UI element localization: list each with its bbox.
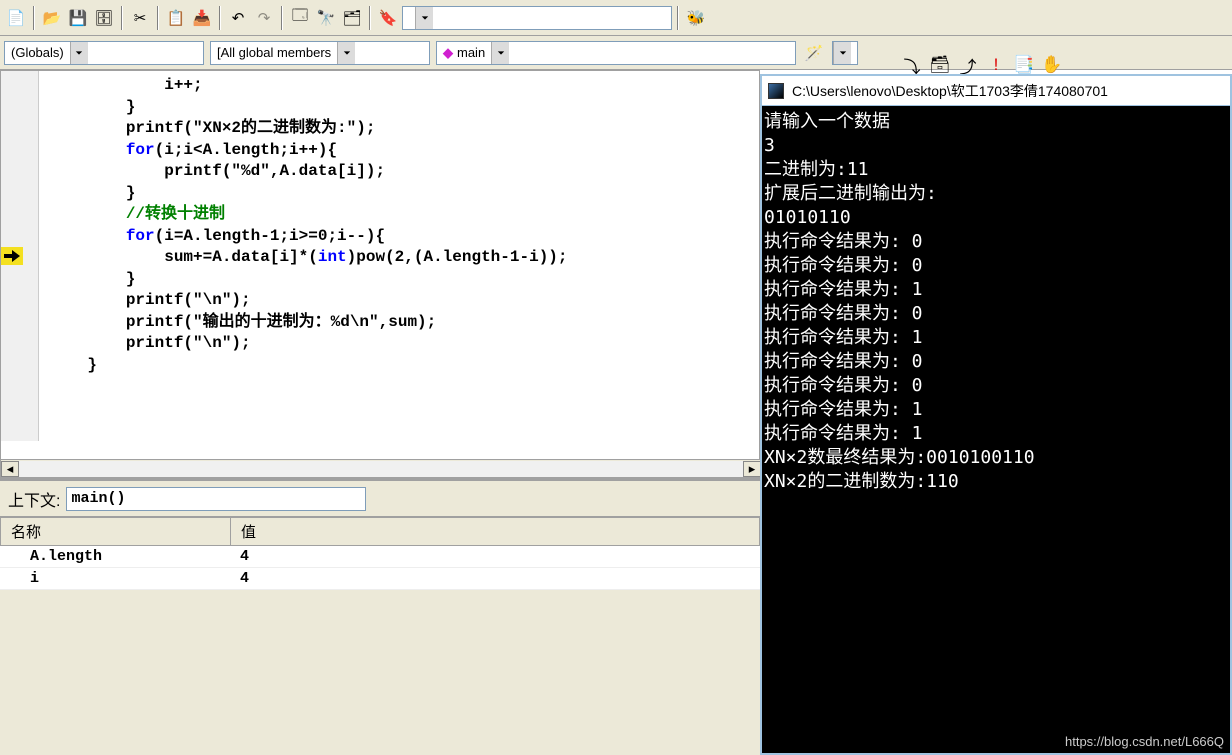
separator — [369, 6, 371, 30]
scroll-track[interactable] — [19, 461, 743, 477]
vars-body: A.length4i4 — [0, 546, 760, 590]
scope-combo[interactable]: (Globals) — [4, 41, 204, 65]
find-files-icon[interactable]: 🗂 — [340, 6, 364, 30]
members-combo-label: [All global members — [211, 45, 337, 60]
separator — [157, 6, 159, 30]
find-combo[interactable] — [402, 6, 672, 30]
undo-icon[interactable]: ↶ — [226, 6, 250, 30]
console-output: 请输入一个数据 3 二进制为:11 扩展后二进制输出为: 01010110 执行… — [762, 106, 1230, 753]
chevron-down-icon[interactable] — [337, 42, 355, 64]
console-title-text: C:\Users\lenovo\Desktop\软工1703李倩17408070… — [792, 81, 1108, 101]
scope-combo-label: (Globals) — [5, 45, 70, 60]
console-app-icon — [768, 83, 784, 99]
code-text: i++; } printf("XN×2的二进制数为:"); for(i;i<A.… — [49, 75, 568, 376]
bookmark-icon[interactable]: 🔖 — [376, 6, 400, 30]
separator — [121, 6, 123, 30]
save-icon[interactable]: 💾 — [66, 6, 90, 30]
col-name[interactable]: 名称 — [1, 518, 231, 546]
watermark: https://blog.csdn.net/L666Q — [1065, 734, 1224, 749]
chevron-down-icon[interactable] — [70, 42, 88, 64]
function-combo[interactable]: ◆main — [436, 41, 796, 65]
new-file-icon[interactable]: 📄 — [4, 6, 28, 30]
toolbar-main: 📄 📂 💾 🗄 ✂ 📋 📥 ↶ ↷ 🗔 🔭 🗂 🔖 🐝 — [0, 0, 1232, 36]
context-label: 上下文: — [8, 487, 60, 511]
code-editor[interactable]: i++; } printf("XN×2的二进制数为:"); for(i;i<A.… — [0, 70, 760, 478]
separator — [33, 6, 35, 30]
wizard-icon[interactable]: 🪄 — [802, 41, 826, 65]
chevron-down-icon[interactable] — [833, 42, 851, 64]
col-value[interactable]: 值 — [231, 518, 760, 546]
h-scrollbar[interactable]: ◂ ▸ — [1, 459, 761, 477]
context-row: 上下文: — [0, 481, 760, 517]
debug-pane: 上下文: 名称 值 A.length4i4 — [0, 478, 760, 755]
separator — [677, 6, 679, 30]
separator — [219, 6, 221, 30]
diamond-icon: ◆ — [443, 45, 453, 60]
chevron-down-icon[interactable] — [415, 7, 433, 29]
small-combo[interactable] — [832, 41, 858, 65]
window-list-icon[interactable]: 🗔 — [288, 6, 312, 30]
scroll-right-icon[interactable]: ▸ — [743, 461, 761, 477]
console-titlebar[interactable]: C:\Users\lenovo\Desktop\软工1703李倩17408070… — [762, 76, 1230, 106]
paste-icon[interactable]: 📥 — [190, 6, 214, 30]
help-find-icon[interactable]: 🐝 — [684, 6, 708, 30]
console-window[interactable]: C:\Users\lenovo\Desktop\软工1703李倩17408070… — [760, 74, 1232, 755]
members-combo[interactable]: [All global members — [210, 41, 430, 65]
table-row[interactable]: A.length4 — [0, 546, 760, 568]
cut-icon[interactable]: ✂ — [128, 6, 152, 30]
vars-table: 名称 值 — [0, 517, 760, 546]
context-input[interactable] — [66, 487, 366, 511]
chevron-down-icon[interactable] — [491, 42, 509, 64]
open-icon[interactable]: 📂 — [40, 6, 64, 30]
save-all-icon[interactable]: 🗄 — [92, 6, 116, 30]
scroll-left-icon[interactable]: ◂ — [1, 461, 19, 477]
function-combo-label: ◆main — [437, 45, 491, 61]
current-line-marker — [1, 247, 23, 265]
separator — [281, 6, 283, 30]
find-icon[interactable]: 🔭 — [314, 6, 338, 30]
redo-icon[interactable]: ↷ — [252, 6, 276, 30]
gutter — [1, 71, 39, 441]
copy-icon[interactable]: 📋 — [164, 6, 188, 30]
table-row[interactable]: i4 — [0, 568, 760, 590]
